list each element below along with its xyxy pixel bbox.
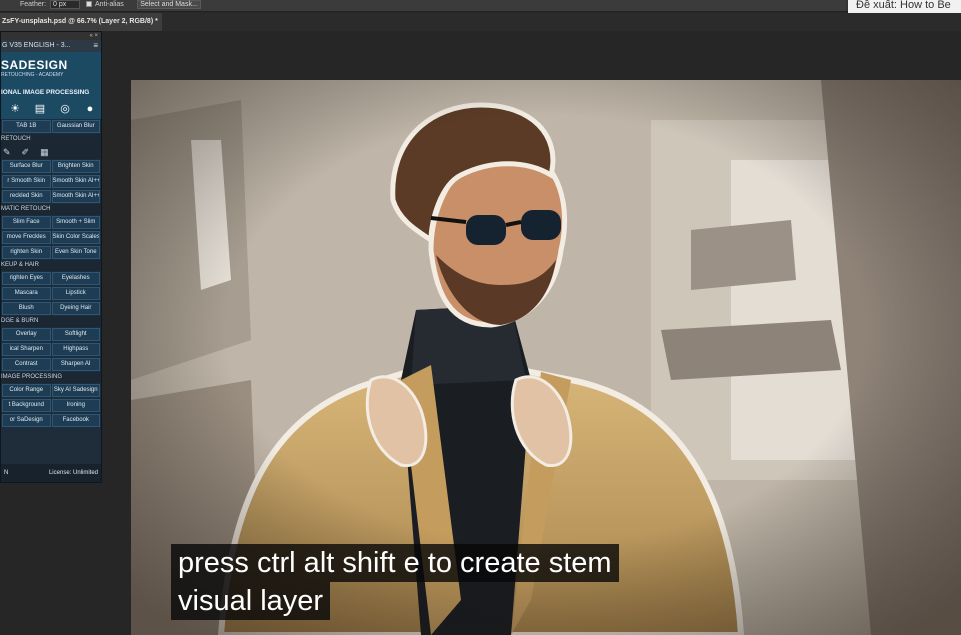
button-row: Surface Blur Brighten Skin bbox=[1, 159, 101, 174]
panel-button[interactable]: Contrast bbox=[2, 358, 51, 371]
feather-input[interactable]: 0 px bbox=[50, 0, 80, 9]
button-row: Contrast Sharpen AI bbox=[1, 357, 101, 372]
document-modified-marker: * bbox=[155, 18, 158, 25]
panel-button[interactable]: Color Range bbox=[2, 384, 51, 397]
panel-button[interactable]: Overlay bbox=[2, 328, 51, 341]
panel-button[interactable]: Even Skin Tone bbox=[51, 246, 100, 259]
brightness-icon[interactable]: ☀ bbox=[7, 102, 23, 116]
subtitle-line-2: visual layer bbox=[171, 582, 331, 620]
options-bar: Feather: 0 px Anti-alias Select and Mask… bbox=[0, 0, 961, 12]
section-title: RETOUCH bbox=[1, 134, 101, 145]
panel-button[interactable]: Highpass bbox=[51, 343, 100, 356]
panel-button[interactable]: Surface Blur bbox=[2, 160, 51, 173]
panel-button[interactable]: righten Eyes bbox=[2, 272, 51, 285]
panel-window-controls[interactable]: « × bbox=[1, 32, 101, 40]
gaussian-blur-button[interactable]: Gaussian Blur bbox=[51, 120, 100, 133]
panel-button[interactable]: Smooth Skin AI++ bbox=[51, 175, 100, 188]
button-row: or SaDesign Facebook bbox=[1, 413, 101, 428]
section-title: DGE & BURN bbox=[1, 316, 101, 327]
panel-footer: N License: Unlimited bbox=[1, 464, 101, 482]
pencil-icon[interactable]: ✐ bbox=[22, 147, 30, 158]
panel-button[interactable]: Sharpen AI bbox=[51, 358, 100, 371]
button-row: Overlay Softlight bbox=[1, 327, 101, 342]
brand-name: SADESIGN bbox=[1, 58, 68, 72]
document-tab-title: ZsFY-unsplash.psd @ 66.7% (Layer 2, RGB/… bbox=[2, 18, 154, 25]
section-title: KEUP & HAIR bbox=[1, 260, 101, 271]
panel-title-bar[interactable]: G V35 ENGLISH - 3... ≡ bbox=[1, 40, 101, 52]
button-row: righten Eyes Eyelashes bbox=[1, 271, 101, 286]
panel-button[interactable]: Slim Face bbox=[2, 216, 51, 229]
retouch-tool-row: ✎ ✐ ▦ bbox=[1, 145, 101, 159]
color-circles-icon[interactable]: ◎ bbox=[57, 102, 73, 116]
panel-button[interactable]: Smooth Skin AI+++ bbox=[51, 190, 100, 203]
feather-label: Feather: bbox=[20, 1, 47, 8]
button-row: move Freckles Skin Color Scales bbox=[1, 230, 101, 245]
anti-alias-label: Anti-alias bbox=[95, 1, 124, 8]
subtitle-line-1: press ctrl alt shift e to create stem bbox=[171, 544, 619, 582]
panel-header: IONAL IMAGE PROCESSING bbox=[1, 86, 101, 99]
panel-button[interactable]: Lipstick bbox=[51, 287, 100, 300]
button-row: Mascara Lipstick bbox=[1, 286, 101, 301]
section-title: MATIC RETOUCH bbox=[1, 204, 101, 215]
document-icon[interactable]: ▤ bbox=[32, 102, 48, 116]
panel-button[interactable]: t Background bbox=[2, 399, 51, 412]
panel-button[interactable]: Dyeing Hair bbox=[51, 302, 100, 315]
button-row: Slim Face Smooth + Slim bbox=[1, 215, 101, 230]
user-icon[interactable]: ● bbox=[82, 102, 98, 116]
tab-1b-button[interactable]: TAB 1B bbox=[2, 120, 51, 133]
sadesign-plugin-panel[interactable]: « × G V35 ENGLISH - 3... ≡ SADESIGN RETO… bbox=[0, 31, 102, 483]
panel-button[interactable]: or SaDesign bbox=[2, 414, 51, 427]
panel-button[interactable]: Skin Color Scales bbox=[51, 231, 100, 244]
panel-button[interactable]: Facebook bbox=[51, 414, 100, 427]
stamp-icon[interactable]: ▦ bbox=[40, 147, 49, 158]
panel-button[interactable]: righten Skin bbox=[2, 246, 51, 259]
document-tab[interactable]: ZsFY-unsplash.psd @ 66.7% (Layer 2, RGB/… bbox=[0, 13, 162, 31]
anti-alias-checkbox[interactable] bbox=[86, 1, 92, 7]
panel-button[interactable]: Ironing bbox=[51, 399, 100, 412]
panel-button[interactable]: Brighten Skin bbox=[51, 160, 100, 173]
footer-left: N bbox=[4, 470, 9, 476]
panel-icon-row: ☀ ▤ ◎ ● bbox=[1, 99, 101, 119]
button-row: righten Skin Even Skin Tone bbox=[1, 245, 101, 260]
brand-subtitle: RETOUCHING - ACADEMY bbox=[1, 72, 64, 78]
select-and-mask-button[interactable]: Select and Mask... bbox=[137, 0, 201, 9]
button-row: reckled Skin Smooth Skin AI+++ bbox=[1, 189, 101, 204]
document-tab-bar: ZsFY-unsplash.psd @ 66.7% (Layer 2, RGB/… bbox=[0, 13, 961, 31]
panel-logo: SADESIGN RETOUCHING - ACADEMY bbox=[1, 52, 101, 86]
top-button-row: TAB 1B Gaussian Blur bbox=[1, 119, 101, 134]
panel-button[interactable]: Softlight bbox=[51, 328, 100, 341]
button-row: ical Sharpen Highpass bbox=[1, 342, 101, 357]
button-row: t Background Ironing bbox=[1, 398, 101, 413]
panel-button[interactable]: move Freckles bbox=[2, 231, 51, 244]
panel-button[interactable]: Mascara bbox=[2, 287, 51, 300]
button-row: r Smooth Skin Smooth Skin AI++ bbox=[1, 174, 101, 189]
panel-title: G V35 ENGLISH - 3... bbox=[2, 42, 71, 49]
panel-button[interactable]: Smooth + Slim bbox=[51, 216, 100, 229]
button-row: Blush Dyeing Hair bbox=[1, 301, 101, 316]
panel-button[interactable]: Sky AI Sadesign bbox=[51, 384, 100, 397]
brush-icon[interactable]: ✎ bbox=[3, 147, 11, 158]
panel-button[interactable]: r Smooth Skin bbox=[2, 175, 51, 188]
panel-button[interactable]: Eyelashes bbox=[51, 272, 100, 285]
panel-button[interactable]: Blush bbox=[2, 302, 51, 315]
panel-button[interactable]: reckled Skin bbox=[2, 190, 51, 203]
section-title: IMAGE PROCESSING bbox=[1, 372, 101, 383]
license-status: License: Unlimited bbox=[48, 470, 98, 476]
panel-button[interactable]: ical Sharpen bbox=[2, 343, 51, 356]
button-row: Color Range Sky AI Sadesign bbox=[1, 383, 101, 398]
panel-menu-icon[interactable]: ≡ bbox=[93, 40, 98, 52]
